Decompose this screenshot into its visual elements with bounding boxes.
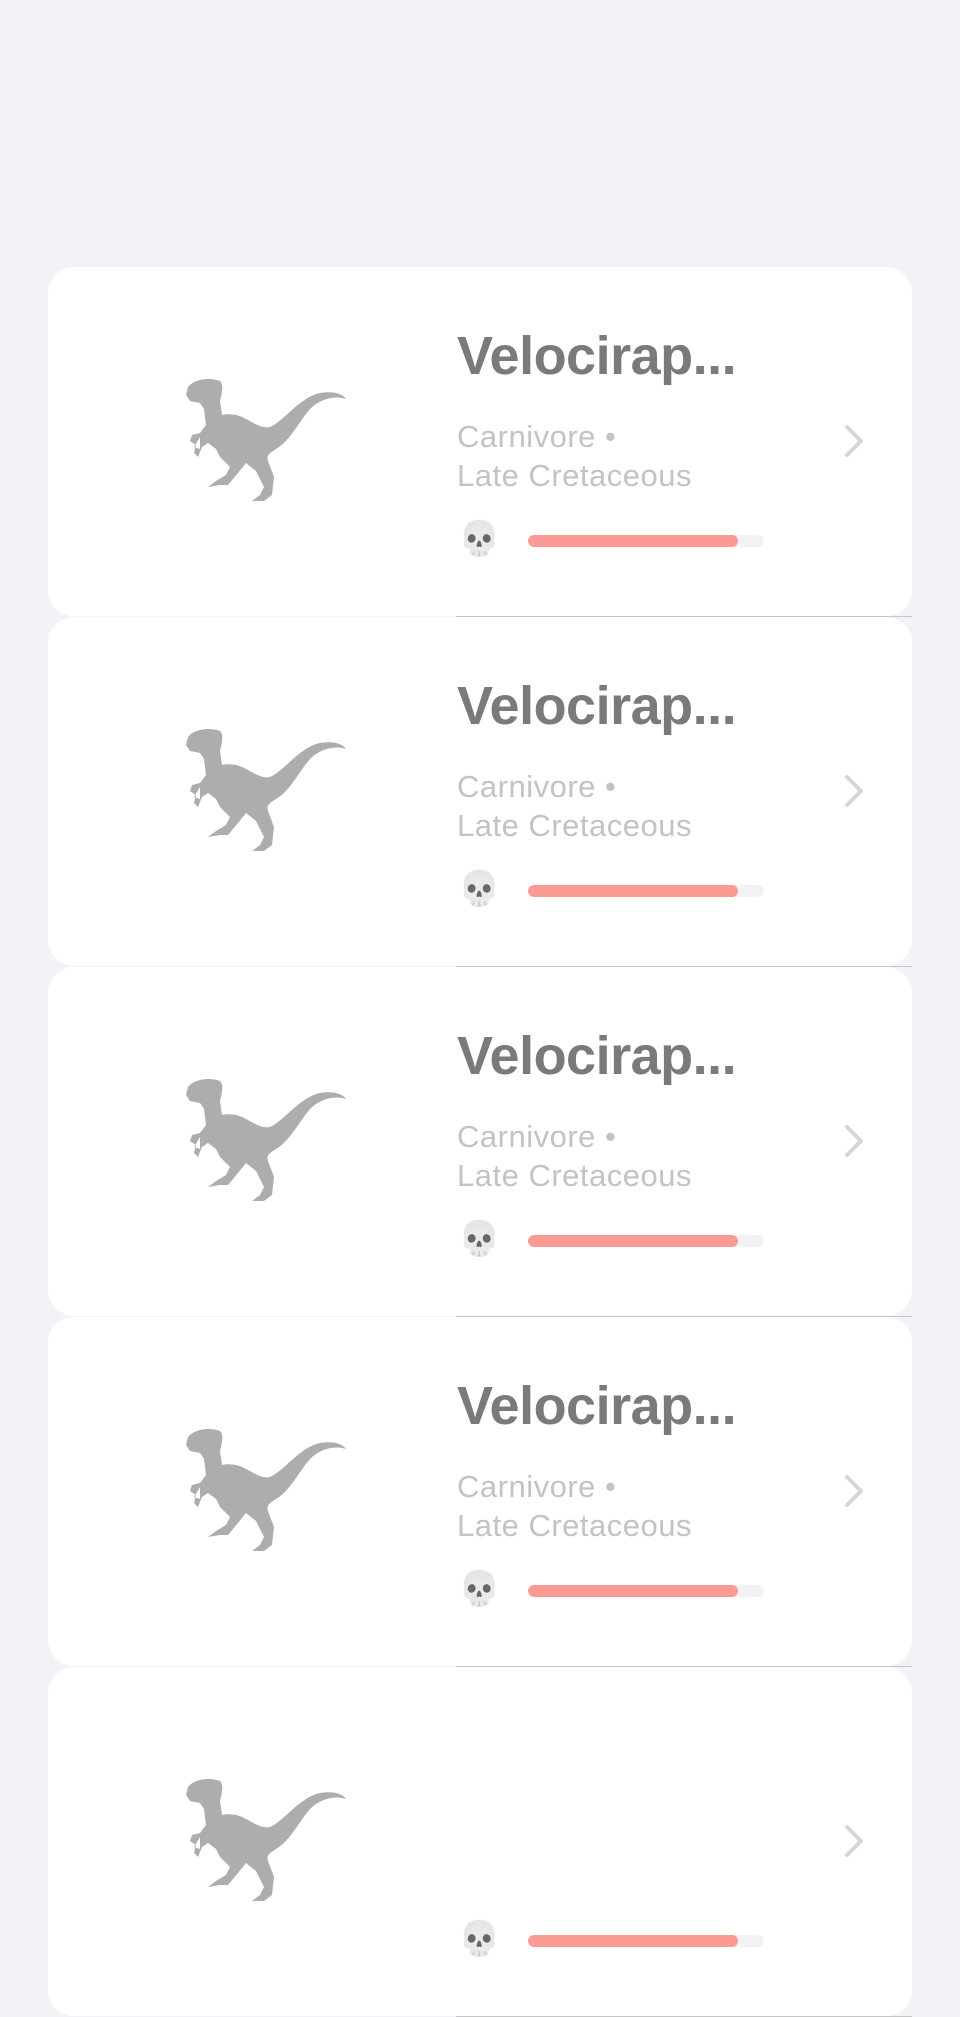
period-label: Late Cretaceous [457, 458, 692, 493]
dinosaur-name: Velocirap... [457, 1376, 737, 1436]
chevron-right-icon[interactable] [840, 773, 870, 809]
velociraptor-silhouette-icon [186, 1079, 346, 1201]
chevron-right-icon[interactable] [840, 1123, 870, 1159]
dinosaur-meta: Carnivore • Late Cretaceous [457, 767, 692, 845]
danger-level-fill [528, 1585, 739, 1597]
danger-level-bar [528, 1585, 764, 1597]
skull-icon: 💀 [458, 1570, 501, 1608]
dinosaur-card[interactable]: Velocirap... Carnivore • Late Cretaceous… [48, 1317, 912, 1667]
diet-label: Carnivore [457, 769, 596, 804]
diet-label: Carnivore [457, 1469, 596, 1504]
dinosaur-list: Velocirap... Carnivore • Late Cretaceous… [48, 267, 912, 2017]
dinosaur-card[interactable]: 💀 [48, 1667, 912, 2017]
dinosaur-name: Velocirap... [457, 326, 737, 386]
period-label: Late Cretaceous [457, 1158, 692, 1193]
danger-level-bar [528, 1235, 764, 1247]
danger-level-fill [528, 885, 739, 897]
meta-separator: • [605, 1469, 617, 1504]
dinosaur-meta: Carnivore • Late Cretaceous [457, 417, 692, 495]
velociraptor-silhouette-icon [186, 379, 346, 501]
meta-separator: • [605, 1119, 617, 1154]
period-label: Late Cretaceous [457, 1508, 692, 1543]
danger-level-fill [528, 535, 739, 547]
danger-level-fill [528, 1935, 739, 1947]
dinosaur-meta: Carnivore • Late Cretaceous [457, 1117, 692, 1195]
chevron-right-icon[interactable] [840, 423, 870, 459]
dinosaur-meta: Carnivore • Late Cretaceous [457, 1467, 692, 1545]
danger-level-bar [528, 535, 764, 547]
diet-label: Carnivore [457, 419, 596, 454]
skull-icon: 💀 [458, 870, 501, 908]
chevron-right-icon[interactable] [840, 1823, 870, 1859]
dinosaur-card[interactable]: Velocirap... Carnivore • Late Cretaceous… [48, 617, 912, 967]
diet-label: Carnivore [457, 1119, 596, 1154]
dinosaur-card[interactable]: Velocirap... Carnivore • Late Cretaceous… [48, 967, 912, 1317]
velociraptor-silhouette-icon [186, 729, 346, 851]
danger-level-bar [528, 1935, 764, 1947]
skull-icon: 💀 [458, 1920, 501, 1958]
velociraptor-silhouette-icon [186, 1429, 346, 1551]
meta-separator: • [605, 769, 617, 804]
velociraptor-silhouette-icon [186, 1779, 346, 1901]
dinosaur-name: Velocirap... [457, 676, 737, 736]
period-label: Late Cretaceous [457, 808, 692, 843]
dinosaur-card[interactable]: Velocirap... Carnivore • Late Cretaceous… [48, 267, 912, 617]
dinosaur-name: Velocirap... [457, 1026, 737, 1086]
meta-separator: • [605, 419, 617, 454]
skull-icon: 💀 [458, 1220, 501, 1258]
chevron-right-icon[interactable] [840, 1473, 870, 1509]
danger-level-bar [528, 885, 764, 897]
skull-icon: 💀 [458, 520, 501, 558]
danger-level-fill [528, 1235, 739, 1247]
